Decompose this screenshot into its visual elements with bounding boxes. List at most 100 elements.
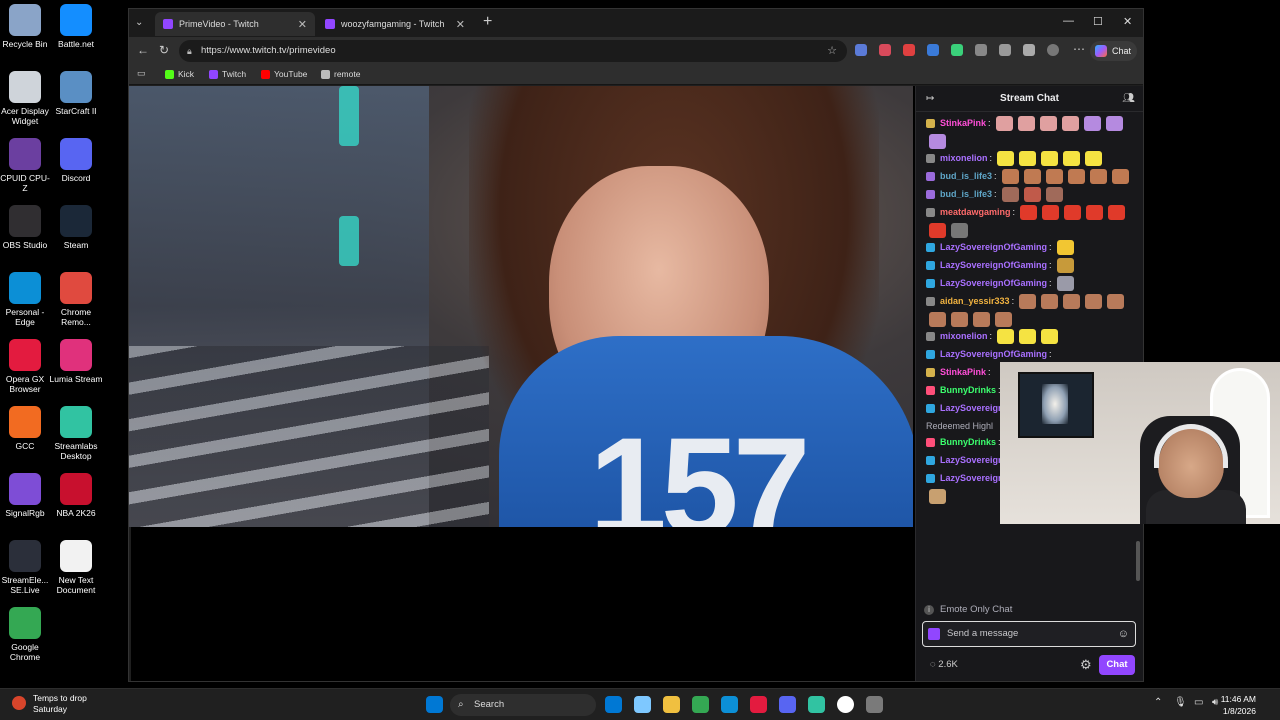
bookmark-twitch[interactable]: Twitch <box>209 69 246 79</box>
desktop-icon[interactable]: Battle.net <box>48 4 104 49</box>
chat-username[interactable]: LazySovereignOfGaming <box>940 238 1047 256</box>
weather-widget[interactable]: Temps to drop Saturday <box>12 693 87 715</box>
desktop-icon[interactable]: Steam <box>48 205 104 250</box>
desktop-icon[interactable]: OBS Studio <box>0 205 50 250</box>
clock[interactable]: 11:46 AM 1/8/2026 <box>1221 693 1256 717</box>
copilot-chat-button[interactable]: Chat <box>1089 41 1137 61</box>
close-window-button[interactable]: ✕ <box>1123 15 1132 28</box>
chat-username[interactable]: bud_is_life3 <box>940 167 992 185</box>
more-menu-icon[interactable]: ⋯ <box>1073 42 1085 56</box>
chat-emote-icon[interactable] <box>997 150 1015 166</box>
chat-username[interactable]: LazySovereignOfGaming <box>940 256 1047 274</box>
tab-primevideo[interactable]: PrimeVideo - Twitch ✕ <box>155 12 315 36</box>
start-windows-icon[interactable] <box>426 696 443 713</box>
chat-emote-icon[interactable] <box>1056 275 1074 291</box>
desktop-icon[interactable]: Google Chrome <box>0 607 50 662</box>
chat-emote-icon[interactable] <box>1063 150 1081 166</box>
desktop-icon[interactable]: Streamlabs Desktop <box>48 406 104 461</box>
desktop-icon[interactable]: Lumia Stream <box>48 339 104 384</box>
extensions-puzzle-icon[interactable] <box>999 44 1011 56</box>
chat-emote-icon[interactable] <box>1041 150 1059 166</box>
chat-emote-icon[interactable] <box>1085 150 1103 166</box>
extension-icon[interactable] <box>903 44 915 56</box>
profile-avatar-icon[interactable] <box>1047 44 1059 56</box>
taskbar-app-icon[interactable] <box>808 696 825 713</box>
chat-scrollbar[interactable] <box>1136 541 1140 581</box>
chat-emote-icon[interactable] <box>1019 150 1037 166</box>
refresh-icon[interactable]: ↻ <box>159 43 169 57</box>
chat-username[interactable]: meatdawgaming <box>940 203 1011 221</box>
chat-emote-icon[interactable] <box>995 115 1013 131</box>
chat-emote-icon[interactable] <box>951 223 968 238</box>
chat-username[interactable]: mixonelion <box>940 149 988 167</box>
taskbar-app-icon[interactable] <box>779 696 796 713</box>
chat-input[interactable]: Send a message ☺ <box>922 621 1136 647</box>
desktop-icon[interactable]: Personal - Edge <box>0 272 50 327</box>
maximize-button[interactable]: ☐ <box>1093 15 1103 28</box>
desktop-icon[interactable]: CPUID CPU-Z <box>0 138 50 193</box>
chat-emote-icon[interactable] <box>1105 115 1123 131</box>
chat-emote-icon[interactable] <box>1019 293 1037 309</box>
chat-emote-icon[interactable] <box>1064 204 1082 220</box>
taskbar-app-icon[interactable] <box>663 696 680 713</box>
chat-emote-icon[interactable] <box>1020 204 1038 220</box>
emoji-icon[interactable]: ☺ <box>1118 622 1129 646</box>
chat-emote-icon[interactable] <box>1061 115 1079 131</box>
chat-emote-icon[interactable] <box>929 489 946 504</box>
microphone-icon[interactable]: 🎙︎ <box>1174 697 1187 708</box>
collapse-chat-icon[interactable]: ↦ <box>926 86 934 112</box>
desktop-icon[interactable]: NBA 2K26 <box>48 473 104 518</box>
chat-emote-icon[interactable] <box>1039 115 1057 131</box>
network-icon[interactable]: ▭ <box>1194 697 1203 708</box>
taskbar-app-icon[interactable] <box>721 696 738 713</box>
back-icon[interactable]: ← <box>137 43 149 57</box>
chat-emote-icon[interactable] <box>997 328 1015 344</box>
desktop-icon[interactable]: StreamEle... SE.Live <box>0 540 50 595</box>
chat-emote-icon[interactable] <box>1017 115 1035 131</box>
desktop-icon[interactable]: Chrome Remo... <box>48 272 104 327</box>
chat-send-button[interactable]: Chat <box>1099 655 1135 675</box>
bookmark-youtube[interactable]: YouTube <box>261 69 307 79</box>
chat-username[interactable]: LazySovereignOfGaming <box>940 345 1047 363</box>
chat-emote-icon[interactable] <box>1085 293 1103 309</box>
extension-icon[interactable] <box>879 44 891 56</box>
chat-emote-icon[interactable] <box>995 312 1012 327</box>
favorite-star-icon[interactable]: ☆ <box>827 40 837 62</box>
desktop-icon[interactable]: Recycle Bin <box>0 4 50 49</box>
chat-emote-icon[interactable] <box>1001 168 1019 184</box>
chat-emote-icon[interactable] <box>1023 168 1041 184</box>
chat-emote-icon[interactable] <box>951 312 968 327</box>
chat-username[interactable]: LazySovereignOfGaming <box>940 274 1047 292</box>
chat-emote-icon[interactable] <box>1063 293 1081 309</box>
close-tab-icon[interactable]: ✕ <box>456 18 465 31</box>
chat-emote-icon[interactable] <box>1056 239 1074 255</box>
desktop-icon[interactable]: Discord <box>48 138 104 183</box>
chat-emote-icon[interactable] <box>929 223 946 238</box>
volume-icon[interactable]: 🔊︎ <box>1212 697 1218 708</box>
viewer-count[interactable]: ◌ 2.6K <box>930 659 958 670</box>
chat-username[interactable]: StinkaPink <box>940 363 986 381</box>
chat-emote-icon[interactable] <box>1083 115 1101 131</box>
tab-actions-icon[interactable]: ⌄ <box>135 17 143 28</box>
chat-username[interactable]: aidan_yessir333 <box>940 292 1010 310</box>
minimize-button[interactable]: — <box>1063 15 1074 27</box>
chat-username[interactable]: BunnyDrinks <box>940 381 996 399</box>
desktop-icon[interactable]: GCC <box>0 406 50 451</box>
chat-emote-icon[interactable] <box>1089 168 1107 184</box>
desktop-icon[interactable]: StarCraft II <box>48 71 104 116</box>
taskbar-app-icon[interactable] <box>866 696 883 713</box>
desktop-icon[interactable]: Opera GX Browser <box>0 339 50 394</box>
bookmark-remote[interactable]: remote <box>321 69 360 79</box>
show-hidden-icons-icon[interactable]: ⌃ <box>1154 697 1162 708</box>
chat-emote-icon[interactable] <box>973 312 990 327</box>
taskbar-app-icon[interactable] <box>634 696 651 713</box>
chat-emote-icon[interactable] <box>929 312 946 327</box>
chat-username[interactable]: mixonelion <box>940 327 988 345</box>
close-tab-icon[interactable]: ✕ <box>298 18 307 31</box>
desktop-icon[interactable]: New Text Document <box>48 540 104 595</box>
new-tab-button[interactable]: + <box>483 13 492 31</box>
chat-emote-icon[interactable] <box>1042 204 1060 220</box>
taskbar-app-icon[interactable] <box>605 696 622 713</box>
chat-emote-icon[interactable] <box>1001 186 1019 202</box>
chat-username[interactable]: bud_is_life3 <box>940 185 992 203</box>
